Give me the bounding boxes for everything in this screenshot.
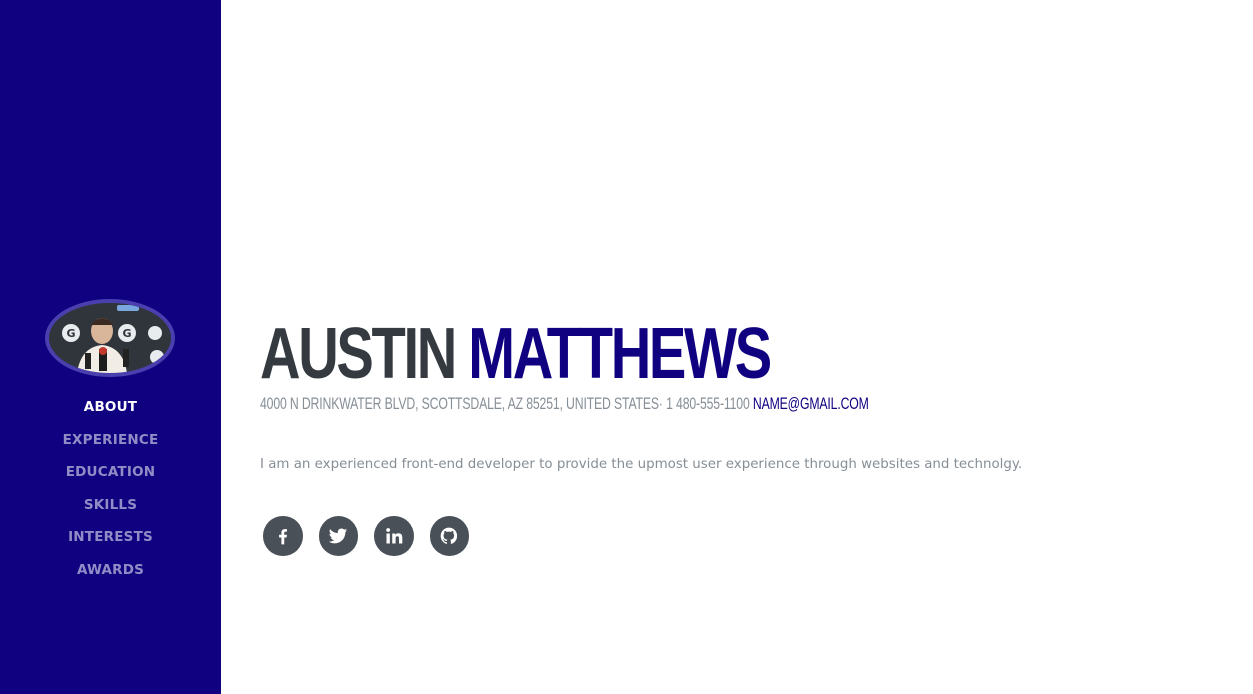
- facebook-icon: [278, 528, 287, 545]
- last-name: Matthews: [468, 314, 772, 394]
- svg-text:G: G: [66, 327, 75, 340]
- social-icons: [263, 516, 469, 556]
- first-name: Austin: [260, 314, 457, 394]
- sidebar-nav: About Experience Education Skills Intere…: [0, 396, 221, 592]
- nav-item-awards[interactable]: Awards: [77, 562, 144, 578]
- nav-item-skills[interactable]: Skills: [84, 497, 137, 513]
- twitter-link[interactable]: [318, 516, 358, 556]
- avatar: G G: [45, 299, 175, 377]
- page-title: Austin Matthews: [260, 318, 772, 390]
- intro-text: I am an experienced front-end developer …: [260, 457, 1023, 472]
- about-section: Austin Matthews 4000 N DRINKWATER BLVD, …: [260, 0, 1220, 694]
- email-link[interactable]: NAME@GMAIL.COM: [753, 394, 869, 413]
- nav-item-interests[interactable]: Interests: [68, 529, 153, 545]
- sidebar: G G About Experience Education Skills In…: [0, 0, 221, 694]
- nav-item-experience[interactable]: Experience: [63, 432, 159, 448]
- svg-text:G: G: [122, 327, 131, 340]
- github-link[interactable]: [429, 516, 469, 556]
- twitter-icon: [329, 528, 348, 544]
- contact-line: 4000 N DRINKWATER BLVD, SCOTTSDALE, AZ 8…: [260, 395, 869, 413]
- linkedin-link[interactable]: [374, 516, 414, 556]
- nav-item-about[interactable]: About: [84, 399, 137, 415]
- avatar-image: G G: [49, 303, 171, 373]
- facebook-link[interactable]: [263, 516, 303, 556]
- address-text: 4000 N DRINKWATER BLVD, SCOTTSDALE, AZ 8…: [260, 394, 750, 413]
- github-icon: [440, 527, 458, 544]
- nav-item-education[interactable]: Education: [66, 464, 156, 480]
- linkedin-icon: [386, 527, 403, 544]
